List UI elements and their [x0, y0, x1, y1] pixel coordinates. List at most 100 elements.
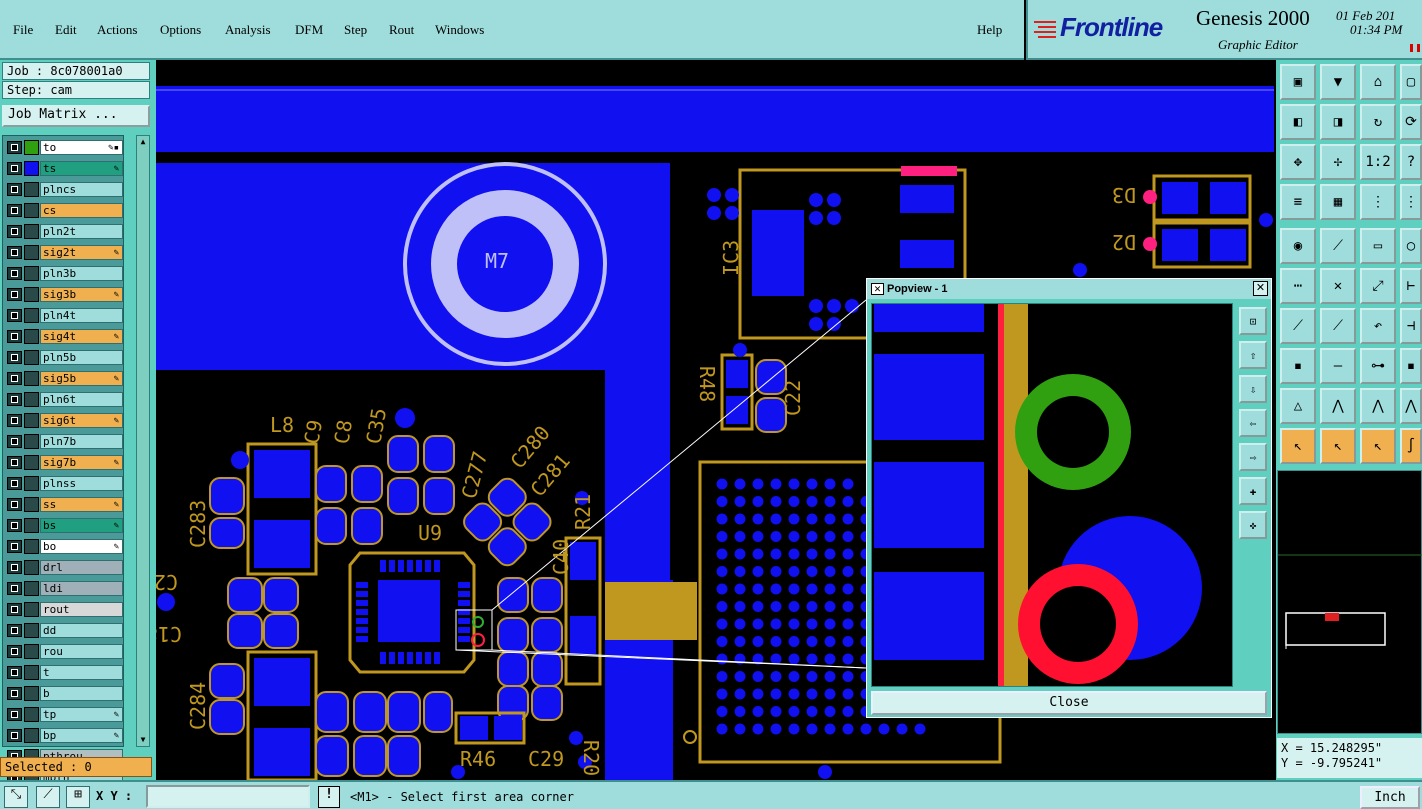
popview-zoom-out-button[interactable]: ✜	[1239, 511, 1267, 539]
pan-right-button[interactable]: ◨	[1320, 104, 1356, 140]
polygon-edit-button[interactable]: ⋀	[1400, 388, 1422, 424]
layer-toggle-checkbox[interactable]	[7, 729, 22, 742]
shape-button[interactable]: ⊢	[1400, 268, 1422, 304]
layer-toggle-checkbox[interactable]	[7, 624, 22, 637]
polygon-button[interactable]: ⋀	[1320, 388, 1356, 424]
layer-color-swatch[interactable]	[24, 602, 39, 617]
xy-input[interactable]	[146, 785, 310, 808]
line-add-button[interactable]: ⟋	[1320, 228, 1356, 264]
menu-help[interactable]: Help	[977, 22, 1002, 38]
popview-window[interactable]: Popview - 1 ✕ ✕ ⊡ ⇧ ⇩ ⇦ ⇨ ✚ ✜ Close	[866, 278, 1272, 718]
layer-toggle-checkbox[interactable]	[7, 204, 22, 217]
measure-button[interactable]: ⊶	[1360, 348, 1396, 384]
flip-button[interactable]: ▪	[1400, 348, 1422, 384]
layer-name[interactable]: pln4t	[40, 308, 123, 323]
layer-name[interactable]: cs	[40, 203, 123, 218]
layer-toggle-checkbox[interactable]	[7, 183, 22, 196]
layer-color-swatch[interactable]	[24, 686, 39, 701]
layer-name[interactable]: pln2t	[40, 224, 123, 239]
layer-color-swatch[interactable]	[24, 329, 39, 344]
layer-color-swatch[interactable]	[24, 371, 39, 386]
layer-row-plncs[interactable]: plncs	[5, 182, 123, 197]
mirror-button[interactable]: ⊣	[1400, 308, 1422, 344]
zoom-home-button[interactable]: ▣	[1280, 64, 1316, 100]
layer-color-swatch[interactable]	[24, 497, 39, 512]
layer-toggle-checkbox[interactable]	[7, 561, 22, 574]
layer-row-pln7b[interactable]: pln7b	[5, 434, 123, 449]
layer-row-b[interactable]: b	[5, 686, 123, 701]
popview-pan-up-button[interactable]: ⇧	[1239, 341, 1267, 369]
layer-toggle-checkbox[interactable]	[7, 330, 22, 343]
layer-row-sig5b[interactable]: sig5b ✎	[5, 371, 123, 386]
route-button[interactable]: ⋯	[1280, 268, 1316, 304]
layer-toggle-checkbox[interactable]	[7, 288, 22, 301]
layer-color-swatch[interactable]	[24, 665, 39, 680]
pad-add-button[interactable]: ◉	[1280, 228, 1316, 264]
layer-row-pln5b[interactable]: pln5b	[5, 350, 123, 365]
popview-pan-down-button[interactable]: ⇩	[1239, 375, 1267, 403]
rotate-button[interactable]: ↶	[1360, 308, 1396, 344]
layer-name[interactable]: bo ✎	[40, 539, 123, 554]
select-net-button[interactable]: ↖	[1360, 428, 1396, 464]
layer-color-swatch[interactable]	[24, 455, 39, 470]
popview-pan-right-button[interactable]: ⇨	[1239, 443, 1267, 471]
zoom-fit-button[interactable]: ✥	[1280, 144, 1316, 180]
layer-row-sig2t[interactable]: sig2t ✎	[5, 245, 123, 260]
menu-actions[interactable]: Actions	[97, 22, 137, 38]
layer-toggle-checkbox[interactable]	[7, 267, 22, 280]
menu-rout[interactable]: Rout	[389, 22, 414, 38]
settings-button[interactable]: ≡	[1280, 184, 1316, 220]
layer-name[interactable]: pln7b	[40, 434, 123, 449]
menu-edit[interactable]: Edit	[55, 22, 77, 38]
layer-toggle-checkbox[interactable]	[7, 141, 22, 154]
layer-name[interactable]: pln6t	[40, 392, 123, 407]
layer-toggle-checkbox[interactable]	[7, 666, 22, 679]
layer-row-ldi[interactable]: ldi	[5, 581, 123, 596]
layer-color-swatch[interactable]	[24, 182, 39, 197]
measure-icon[interactable]: ⤡	[4, 786, 28, 808]
layer-color-swatch[interactable]	[24, 224, 39, 239]
layer-color-swatch[interactable]	[24, 560, 39, 575]
layer-row-bp[interactable]: bp ✎	[5, 728, 123, 743]
layer-name[interactable]: ldi	[40, 581, 123, 596]
snap-icon[interactable]: ⟋	[36, 786, 60, 808]
layer-color-swatch[interactable]	[24, 287, 39, 302]
cross-button[interactable]: ✕	[1320, 268, 1356, 304]
layer-color-swatch[interactable]	[24, 308, 39, 323]
layer-name[interactable]: bs ✎	[40, 518, 123, 533]
layer-row-pln4t[interactable]: pln4t	[5, 308, 123, 323]
layer-toggle-checkbox[interactable]	[7, 372, 22, 385]
overview-panel[interactable]	[1277, 470, 1422, 734]
curve-button[interactable]: ⟋	[1320, 308, 1356, 344]
circle-button[interactable]: ○	[1400, 228, 1422, 264]
redraw-button[interactable]: ↻	[1360, 104, 1396, 140]
layer-color-swatch[interactable]	[24, 392, 39, 407]
layer-row-rout[interactable]: rout	[5, 602, 123, 617]
menu-analysis[interactable]: Analysis	[225, 22, 271, 38]
layer-row-pln3b[interactable]: pln3b	[5, 266, 123, 281]
layer-toggle-checkbox[interactable]	[7, 246, 22, 259]
net-button[interactable]: ▪	[1280, 348, 1316, 384]
layer-color-swatch[interactable]	[24, 161, 39, 176]
layer-row-bs[interactable]: bs ✎	[5, 518, 123, 533]
select-area-button[interactable]: ↖	[1320, 428, 1356, 464]
select-button[interactable]: ↖	[1280, 428, 1316, 464]
layer-name[interactable]: t	[40, 665, 123, 680]
menu-dfm[interactable]: DFM	[295, 22, 323, 38]
layer-button[interactable]: ⋮	[1400, 184, 1422, 220]
ruler-button[interactable]: ▭	[1360, 228, 1396, 264]
popview-zoom-in-button[interactable]: ✚	[1239, 477, 1267, 505]
layer-toggle-checkbox[interactable]	[7, 435, 22, 448]
layer-color-swatch[interactable]	[24, 245, 39, 260]
layer-toggle-checkbox[interactable]	[7, 225, 22, 238]
layer-toggle-checkbox[interactable]	[7, 393, 22, 406]
layer-color-swatch[interactable]	[24, 203, 39, 218]
step-button[interactable]: ∫	[1400, 428, 1422, 464]
zoom-window-button[interactable]: ▢	[1400, 64, 1422, 100]
layer-name[interactable]: drl	[40, 560, 123, 575]
menu-file[interactable]: File	[13, 22, 33, 38]
scroll-up-icon[interactable]: ▲	[138, 137, 148, 147]
split-button[interactable]: —	[1320, 348, 1356, 384]
job-matrix-button[interactable]: Job Matrix ...	[2, 105, 150, 127]
layer-toggle-checkbox[interactable]	[7, 351, 22, 364]
